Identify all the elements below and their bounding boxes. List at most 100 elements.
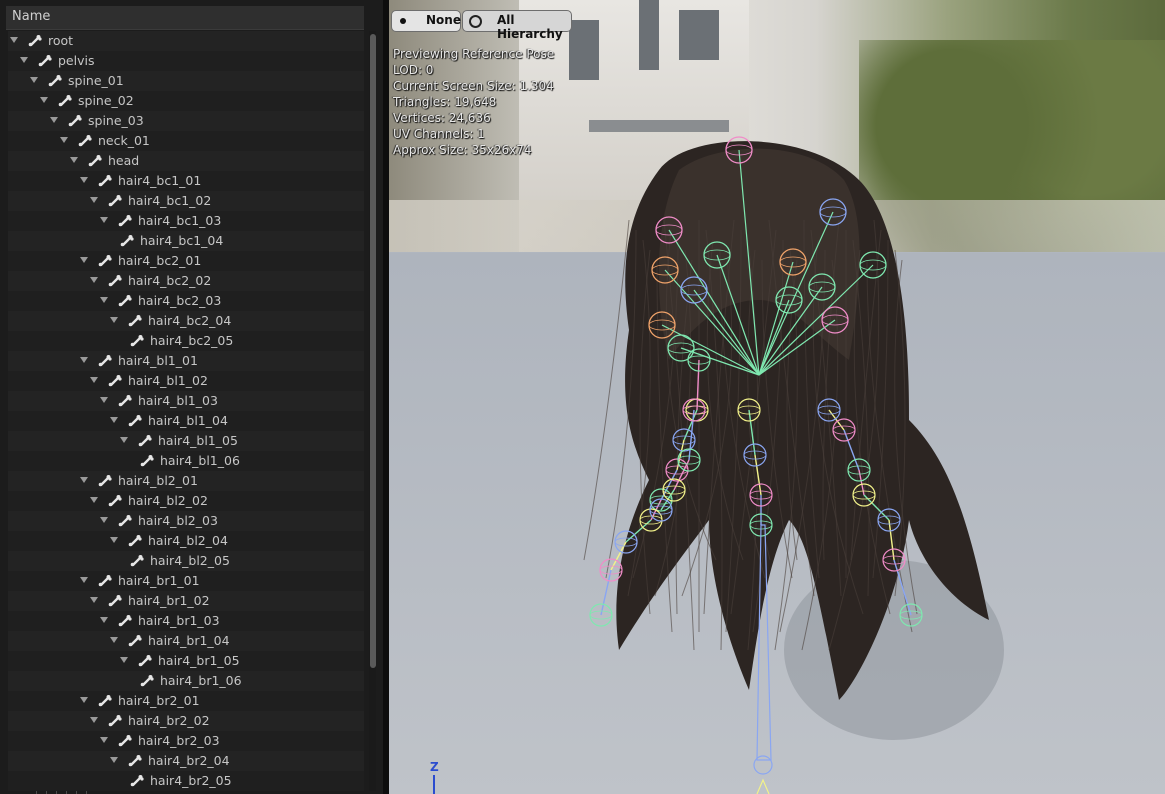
tree-row[interactable]: hair4_br2_03: [8, 731, 364, 751]
tree-row[interactable]: root: [8, 31, 364, 51]
tree-row[interactable]: hair4_bl1_02: [8, 371, 364, 391]
tree-row[interactable]: hair4_bc2_02: [8, 271, 364, 291]
expand-arrow-icon[interactable]: [70, 157, 78, 163]
tree-row[interactable]: hair4_br2_02: [8, 711, 364, 731]
expand-arrow-icon[interactable]: [90, 377, 98, 383]
expand-arrow-icon[interactable]: [110, 757, 118, 763]
bone-name: hair4_bl2_02: [128, 493, 208, 508]
bone-name: hair4_br2_03: [138, 733, 220, 748]
expand-arrow-icon[interactable]: [100, 737, 108, 743]
expand-arrow-icon[interactable]: [80, 477, 88, 483]
tree-row[interactable]: spine_02: [8, 91, 364, 111]
tree-row[interactable]: hair4_bl2_03: [8, 511, 364, 531]
expand-arrow-icon[interactable]: [20, 57, 28, 63]
bone-name: hair4_bl1_01: [118, 353, 198, 368]
bone-name: hair4_bc2_05: [150, 333, 234, 348]
tree-row[interactable]: hair4_bc1_02: [8, 191, 364, 211]
stats-line: Vertices: 24,636: [393, 111, 491, 125]
expand-arrow-icon[interactable]: [80, 257, 88, 263]
expand-arrow-icon[interactable]: [100, 397, 108, 403]
tree-row[interactable]: hair4_bl1_01: [8, 351, 364, 371]
expand-arrow-icon[interactable]: [110, 537, 118, 543]
bone-name: hair4_br2_01: [118, 693, 200, 708]
tree-row[interactable]: hair4_bl1_04: [8, 411, 364, 431]
expand-arrow-icon[interactable]: [80, 177, 88, 183]
bone-icon: [130, 554, 144, 568]
tree-row[interactable]: neck_01: [8, 131, 364, 151]
tree-row[interactable]: hair4_bc2_01: [8, 251, 364, 271]
expand-arrow-icon[interactable]: [50, 117, 58, 123]
tree-row[interactable]: hair4_br2_05: [8, 771, 364, 791]
tree-row[interactable]: hair4_bc1_04: [8, 231, 364, 251]
tree-row[interactable]: hair4_br1_03: [8, 611, 364, 631]
bone-icon: [120, 234, 134, 248]
bone-icon: [108, 274, 122, 288]
bone-icon: [128, 754, 142, 768]
expand-arrow-icon[interactable]: [90, 497, 98, 503]
expand-arrow-icon[interactable]: [90, 597, 98, 603]
tree-row[interactable]: hair4_br1_02: [8, 591, 364, 611]
expand-arrow-icon[interactable]: [100, 297, 108, 303]
bone-name: hair4_bc2_01: [118, 253, 202, 268]
tree-row[interactable]: spine_03: [8, 111, 364, 131]
bone-name: hair4_bl1_06: [160, 453, 240, 468]
tree-row[interactable]: hair4_br2_01: [8, 691, 364, 711]
tree-row[interactable]: hair4_br1_06: [8, 671, 364, 691]
tree-row[interactable]: hair4_bc2_05: [8, 331, 364, 351]
expand-arrow-icon[interactable]: [100, 217, 108, 223]
expand-arrow-icon[interactable]: [80, 577, 88, 583]
tree-row[interactable]: hair4_bc1_01: [8, 171, 364, 191]
expand-arrow-icon[interactable]: [30, 77, 38, 83]
expand-arrow-icon[interactable]: [80, 697, 88, 703]
bone-name: hair4_br1_06: [160, 673, 242, 688]
tree-row[interactable]: hair4_bl2_02: [8, 491, 364, 511]
expand-arrow-icon[interactable]: [90, 277, 98, 283]
expand-arrow-icon[interactable]: [120, 657, 128, 663]
expand-arrow-icon[interactable]: [110, 637, 118, 643]
bone-icon: [98, 174, 112, 188]
tree-header-label: Name: [12, 9, 51, 24]
bone-icon: [98, 574, 112, 588]
expand-arrow-icon[interactable]: [100, 617, 108, 623]
tree-row[interactable]: hair4_bc2_03: [8, 291, 364, 311]
tree-row[interactable]: head: [8, 151, 364, 171]
tree-row[interactable]: hair4_br1_04: [8, 631, 364, 651]
expand-arrow-icon[interactable]: [90, 197, 98, 203]
tree-row[interactable]: hair4_bl2_05: [8, 551, 364, 571]
tree-row[interactable]: hair4_br1_01: [8, 571, 364, 591]
bone-name: hair4_br1_02: [128, 593, 210, 608]
expand-arrow-icon[interactable]: [10, 37, 18, 43]
bone-icon: [98, 694, 112, 708]
tree-row[interactable]: hair4_br2_04: [8, 751, 364, 771]
tree-row[interactable]: hair4_bc1_03: [8, 211, 364, 231]
tree-row[interactable]: hair4_bc2_04: [8, 311, 364, 331]
tree-row[interactable]: hair4_bl1_06: [8, 451, 364, 471]
bone-name: hair4_bl1_03: [138, 393, 218, 408]
tree-row[interactable]: pelvis: [8, 51, 364, 71]
expand-arrow-icon[interactable]: [110, 417, 118, 423]
expand-arrow-icon[interactable]: [80, 357, 88, 363]
tree-row[interactable]: hair4_bl2_04: [8, 531, 364, 551]
expand-arrow-icon[interactable]: [60, 137, 68, 143]
tree-column-header[interactable]: Name: [6, 6, 364, 30]
preview-viewport[interactable]: None All Hierarchy Previewing Reference …: [389, 0, 1165, 794]
tree-row[interactable]: spine_01: [8, 71, 364, 91]
bone-icon: [128, 634, 142, 648]
bone-icon: [28, 34, 42, 48]
tree-row[interactable]: hair4_bl1_03: [8, 391, 364, 411]
expand-arrow-icon[interactable]: [110, 317, 118, 323]
tree-row[interactable]: hair4_bl2_01: [8, 471, 364, 491]
bone-icon: [118, 614, 132, 628]
expand-arrow-icon[interactable]: [90, 717, 98, 723]
tree-row[interactable]: hair4_bl1_05: [8, 431, 364, 451]
bone-name: root: [48, 33, 74, 48]
tree-row[interactable]: hair4_br1_05: [8, 651, 364, 671]
tree-scrollbar-thumb[interactable]: [370, 34, 376, 668]
axis-z-indicator: [433, 775, 435, 794]
expand-arrow-icon[interactable]: [100, 517, 108, 523]
expand-arrow-icon[interactable]: [40, 97, 48, 103]
all-hierarchy-button[interactable]: All Hierarchy: [462, 10, 572, 41]
none-button[interactable]: None: [391, 10, 461, 32]
expand-arrow-icon[interactable]: [120, 437, 128, 443]
bone-icon: [38, 54, 52, 68]
